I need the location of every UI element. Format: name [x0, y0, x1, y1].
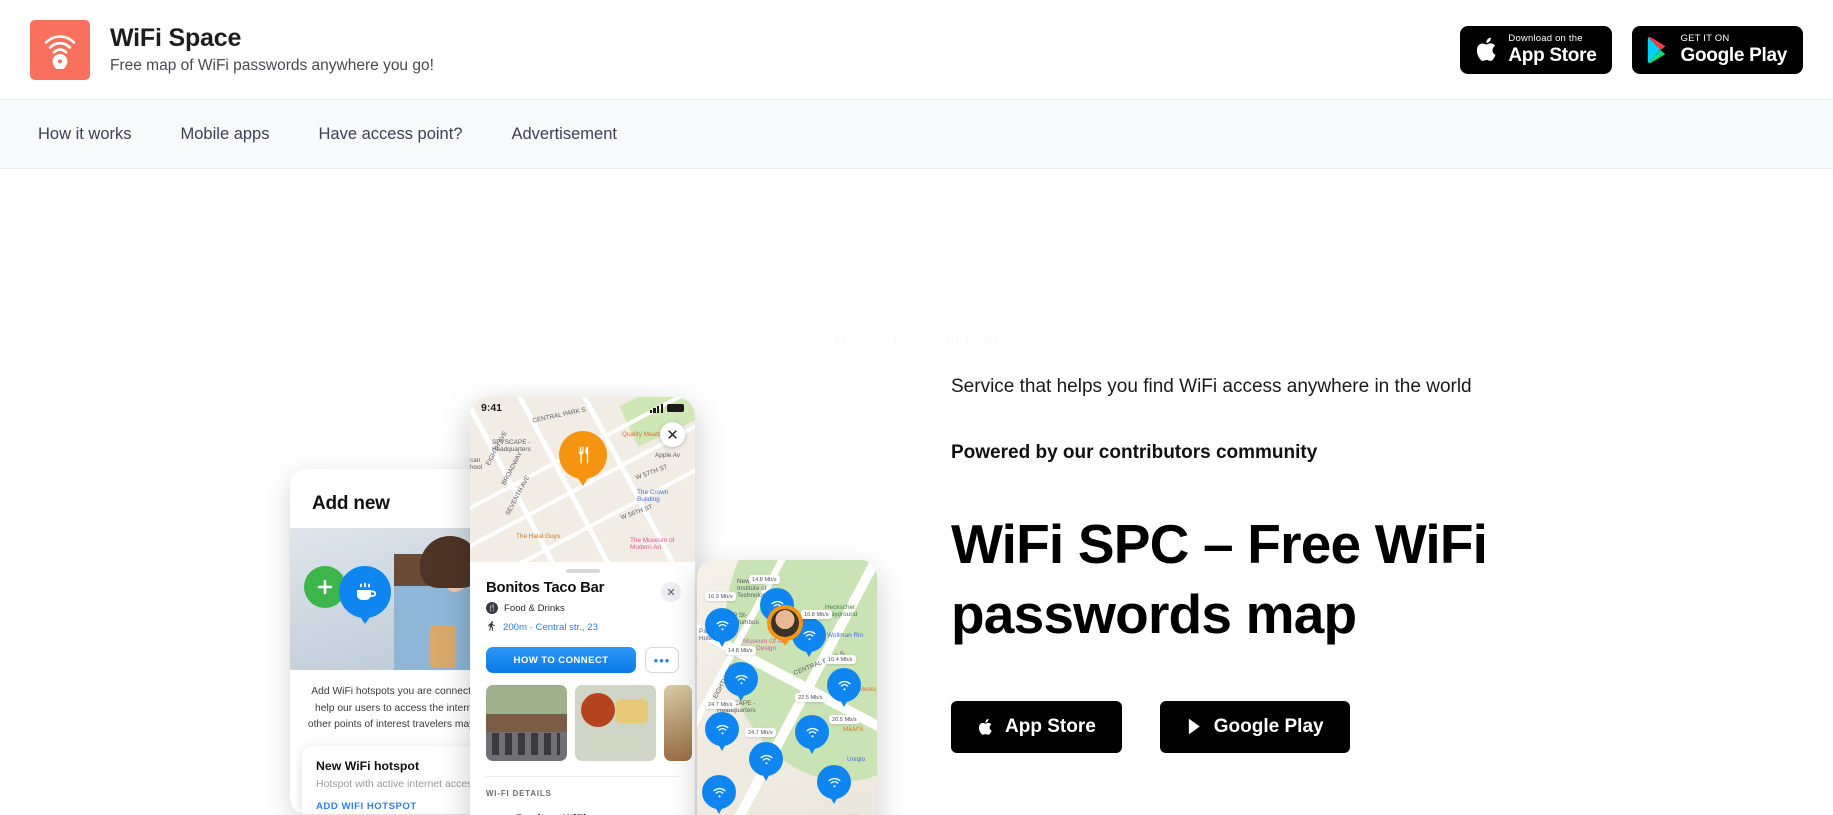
map-label: Wollman Rin	[827, 632, 864, 639]
hero-heading: WiFi SPC – Free WiFi passwords map	[951, 513, 1488, 645]
phone-center-mockup: 9:41 CENTRAL PARK S SPYSCAPE - Headquart…	[470, 397, 695, 815]
status-bar: 9:41	[470, 397, 695, 419]
page-root: WiFi Space Free map of WiFi passwords an…	[0, 0, 1833, 815]
nav-item-have-access-point[interactable]: Have access point?	[319, 125, 463, 144]
app-store-badge-small: Download on the	[1508, 32, 1583, 44]
new-hotspot-sub: Hotspot with active internet access	[316, 778, 478, 791]
more-options-button[interactable]: •••	[645, 647, 679, 673]
battery-icon	[667, 404, 684, 412]
brand-logo-block[interactable]: WiFi Space Free map of WiFi passwords an…	[30, 19, 434, 80]
google-play-icon	[1188, 718, 1200, 735]
map-label: The Halal Guys	[516, 533, 561, 540]
map-label: Quality Meats	[622, 431, 662, 438]
map-label: W 57TH ST	[634, 463, 669, 482]
map-label: can hool	[470, 457, 483, 471]
phone-right-mockup: New York Institute of Technology 59 St-C…	[697, 560, 877, 815]
app-store-badge-label: App Store	[1508, 45, 1597, 67]
wifi-map-pin[interactable]	[705, 608, 739, 647]
hero-lead-bold-text: Powered by our contributors community	[951, 441, 1318, 463]
map-label: The Crown Building	[637, 489, 669, 503]
wifi-map-pin[interactable]	[724, 662, 758, 701]
hero-text-block: Service that helps you find WiFi access …	[951, 374, 1711, 753]
status-icons	[649, 403, 684, 413]
hero-lead-text: Service that helps you find WiFi access …	[951, 376, 1472, 397]
wifi-map-pin[interactable]	[702, 775, 736, 814]
place-photo-thumbnail[interactable]	[664, 685, 692, 761]
hero-section: Memory usage: 46.1 MB Add new Add WiFi h…	[0, 169, 1833, 815]
brand-text: WiFi Space Free map of WiFi passwords an…	[110, 24, 434, 75]
map-label: Apple Av	[655, 452, 681, 459]
store-badges: Download on the App Store GET IT ON Goog…	[1460, 25, 1803, 74]
brand-subtitle: Free map of WiFi passwords anywhere you …	[110, 56, 434, 74]
place-distance-row[interactable]: 200m · Central str., 23	[486, 620, 679, 635]
speed-label: 14.8 Mb/s	[725, 646, 756, 655]
wifi-details-section: WI-FI DETAILS Bonitos_WiFi	[486, 776, 679, 815]
place-photo-thumbnail[interactable]	[486, 685, 567, 761]
site-header: WiFi Space Free map of WiFi passwords an…	[0, 0, 1833, 99]
map-label: The Museum of Modern Art	[630, 537, 675, 551]
nav-item-advertisement[interactable]: Advertisement	[512, 125, 617, 144]
speed-label: 10.8 Mb/s	[801, 610, 832, 619]
speed-label: 14.8 Mb/s	[749, 575, 780, 584]
google-play-icon	[1648, 36, 1666, 63]
bubble-group	[304, 566, 391, 624]
hero-cta-row: App Store Google Play	[951, 700, 1711, 753]
place-photos	[486, 685, 692, 761]
speed-label: 16.9 Mb/s	[705, 592, 736, 601]
walk-icon	[486, 620, 497, 635]
page-title: WiFi Space	[110, 23, 242, 52]
user-location-pin[interactable]	[767, 605, 803, 646]
main-nav: How it works Mobile apps Have access poi…	[0, 99, 1833, 169]
wifi-map-pin[interactable]	[749, 742, 783, 781]
google-play-badge[interactable]: GET IT ON Google Play	[1632, 25, 1803, 74]
wifi-map-pin[interactable]	[817, 765, 851, 804]
app-store-badge[interactable]: Download on the App Store	[1460, 25, 1613, 74]
wifi-map-pin[interactable]	[827, 668, 861, 707]
sheet-close-icon[interactable]: ✕	[661, 582, 681, 602]
wifi-map-pin[interactable]	[795, 715, 829, 754]
nav-item-mobile-apps[interactable]: Mobile apps	[181, 125, 270, 144]
map-label: M&M'S	[843, 726, 864, 733]
google-play-badge-label: Google Play	[1680, 45, 1787, 67]
map-label: Uniqlo	[847, 756, 866, 763]
map-close-icon[interactable]: ✕	[660, 422, 685, 447]
google-play-badge-small: GET IT ON	[1680, 32, 1730, 44]
speed-label: 24.7 Mb/s	[705, 700, 736, 709]
hero-app-store-label: App Store	[1005, 715, 1096, 737]
speed-label: 20.5 Mb/s	[829, 715, 860, 724]
place-category: Food & Drinks	[504, 602, 565, 614]
map-top[interactable]: 9:41 CENTRAL PARK S SPYSCAPE - Headquart…	[470, 397, 695, 562]
food-category-icon: 🍴	[486, 602, 498, 614]
wifi-details-caption: WI-FI DETAILS	[486, 789, 552, 798]
hero-google-play-label: Google Play	[1213, 715, 1324, 737]
speed-label: 22.5 Mb/s	[795, 693, 826, 702]
hero-google-play-button[interactable]: Google Play	[1159, 700, 1350, 753]
speed-label: 24.7 Mb/s	[745, 728, 776, 737]
add-wifi-hotspot-link[interactable]: ADD WIFI HOTSPOT	[316, 801, 492, 812]
place-action-row: HOW TO CONNECT •••	[486, 647, 679, 673]
new-hotspot-title: New WiFi hotspot	[316, 759, 420, 774]
apple-icon	[978, 718, 992, 735]
place-category-row: 🍴 Food & Drinks	[486, 602, 679, 614]
status-time: 9:41	[481, 402, 503, 414]
place-sheet: Bonitos Taco Bar ✕ 🍴 Food & Drinks 200m …	[470, 573, 695, 815]
ssid-row[interactable]: Bonitos_WiFi Health ›	[486, 809, 679, 815]
hero-app-store-button[interactable]: App Store	[951, 700, 1122, 753]
speed-label: 10.4 Mb/s	[825, 655, 856, 664]
how-to-connect-button[interactable]: HOW TO CONNECT	[486, 647, 636, 673]
coffee-icon	[339, 566, 391, 624]
place-photo-thumbnail[interactable]	[575, 685, 656, 761]
nav-item-how-it-works[interactable]: How it works	[38, 125, 132, 144]
apple-icon	[1477, 37, 1496, 61]
user-avatar	[771, 609, 799, 637]
restaurant-pin-icon[interactable]	[558, 431, 607, 486]
ghost-memory-text: Memory usage: 46.1 MB	[834, 332, 999, 349]
signal-icon	[649, 403, 663, 413]
wifi-map-pin[interactable]	[705, 712, 739, 751]
wifi-pin-logo-icon	[30, 19, 90, 80]
place-name: Bonitos Taco Bar	[486, 580, 605, 596]
map-label: Heckscher Playground	[825, 604, 858, 618]
place-distance: 200m · Central str., 23	[503, 622, 598, 633]
